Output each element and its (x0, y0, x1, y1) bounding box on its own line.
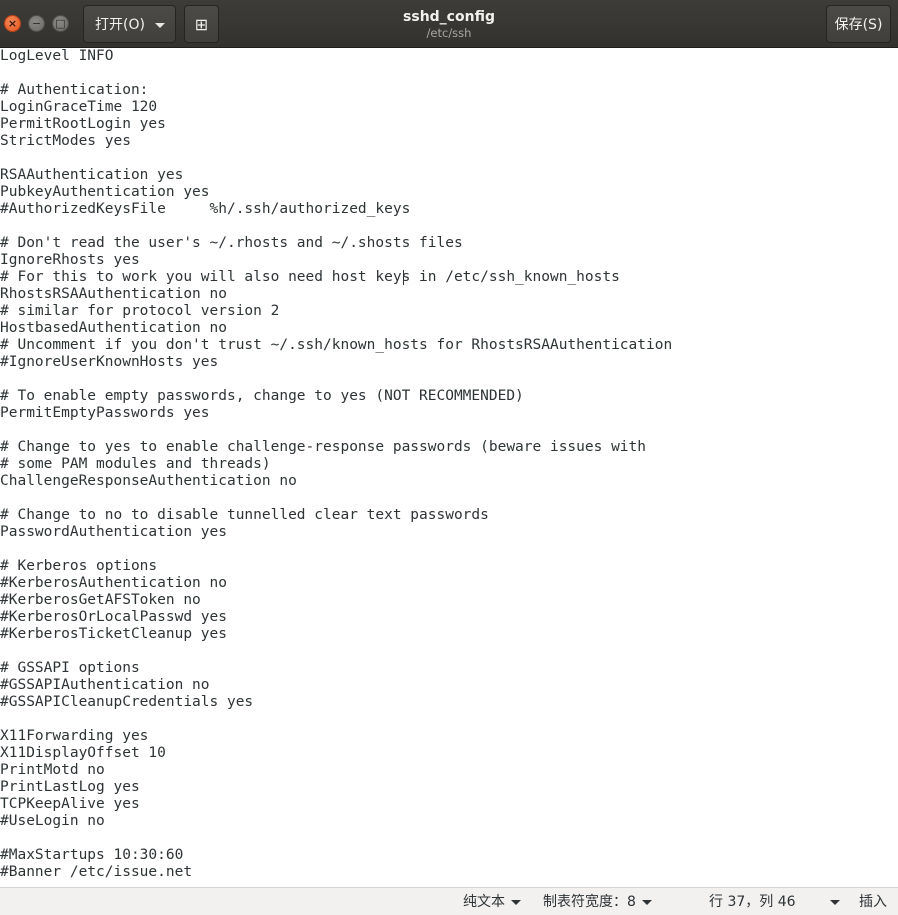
cursor-position-label: 行 37，列 46 (709, 894, 796, 910)
tab-width-selector[interactable]: 制表符宽度：8 (543, 893, 652, 911)
maximize-window-button[interactable]: □ (52, 15, 69, 32)
editor-line: IgnoreRhosts yes (0, 252, 140, 268)
gedit-window: × − □ 打开(O) ⊞ sshd_config /etc/ssh 保存(S)… (0, 0, 898, 915)
editor-line: # similar for protocol version 2 (0, 303, 280, 319)
tab-width-label: 制表符宽度：8 (543, 894, 636, 910)
minimize-window-button[interactable]: − (28, 15, 45, 32)
editor-line: RSAAuthentication yes (0, 167, 184, 183)
editor-line: LoginGraceTime 120 (0, 99, 158, 115)
editor-line: HostbasedAuthentication no (0, 320, 227, 336)
language-label: 纯文本 (463, 894, 505, 910)
close-icon: × (7, 17, 18, 30)
open-button-label: 打开(O) (95, 17, 145, 33)
save-button[interactable]: 保存(S) (826, 5, 891, 43)
editor-line: StrictModes yes (0, 133, 131, 149)
status-bar: 纯文本 制表符宽度：8 行 37，列 46 插入 (0, 887, 898, 915)
new-document-button[interactable]: ⊞ (184, 5, 219, 43)
editor-line: #Banner /etc/issue.net (0, 864, 193, 880)
editor-line: X11DisplayOffset 10 (0, 745, 166, 761)
editor-line: #KerberosTicketCleanup yes (0, 626, 227, 642)
text-editor-area[interactable]: LogLevel INFO # Authentication: LoginGrace… (0, 48, 898, 887)
editor-line: LogLevel INFO (0, 48, 114, 64)
editor-line: #MaxStartups 10:30:60 (0, 847, 184, 863)
chevron-down-icon (829, 899, 840, 905)
editor-line: # For this to work you will also need ho… (0, 269, 620, 285)
editor-line: PubkeyAuthentication yes (0, 184, 210, 200)
editor-line: RhostsRSAAuthentication no (0, 286, 227, 302)
insert-mode-label: 插入 (859, 894, 887, 910)
editor-line: #UseLogin no (0, 813, 105, 829)
editor-line: # some PAM modules and threads) (0, 456, 271, 472)
save-button-label: 保存(S) (834, 17, 883, 33)
chevron-down-icon (511, 899, 521, 905)
header-bar: × − □ 打开(O) ⊞ sshd_config /etc/ssh 保存(S) (0, 0, 898, 48)
chevron-down-icon (641, 899, 652, 905)
editor-line: ChallengeResponseAuthentication no (0, 473, 297, 489)
editor-line: #AuthorizedKeysFile %h/.ssh/authorized_k… (0, 201, 411, 217)
editor-line: #IgnoreUserKnownHosts yes (0, 354, 219, 370)
open-file-button[interactable]: 打开(O) (83, 5, 176, 43)
document-title: sshd_config (403, 9, 495, 25)
editor-line: # Kerberos options (0, 558, 158, 574)
editor-line: #GSSAPICleanupCredentials yes (0, 694, 254, 710)
editor-line: TCPKeepAlive yes (0, 796, 140, 812)
cursor-position-selector[interactable]: 行 37，列 46 (709, 893, 840, 911)
chevron-down-icon (155, 23, 165, 28)
editor-line: PermitEmptyPasswords yes (0, 405, 210, 421)
editor-line: X11Forwarding yes (0, 728, 149, 744)
editor-line: # Uncomment if you don't trust ~/.ssh/kn… (0, 337, 673, 353)
editor-line: PasswordAuthentication yes (0, 524, 227, 540)
new-document-icon: ⊞ (194, 14, 209, 34)
editor-line: # Change to yes to enable challenge-resp… (0, 439, 647, 455)
close-window-button[interactable]: × (4, 15, 21, 32)
editor-line: #KerberosGetAFSToken no (0, 592, 201, 608)
editor-line: PrintMotd no (0, 762, 105, 778)
editor-line: # Authentication: (0, 82, 149, 98)
language-selector[interactable]: 纯文本 (463, 893, 521, 911)
editor-line: # Change to no to disable tunnelled clea… (0, 507, 489, 523)
editor-line: #KerberosOrLocalPasswd yes (0, 609, 227, 625)
editor-line: # Don't read the user's ~/.rhosts and ~/… (0, 235, 463, 251)
editor-line: # GSSAPI options (0, 660, 140, 676)
editor-line: #GSSAPIAuthentication no (0, 677, 210, 693)
editor-line: PermitRootLogin yes (0, 116, 166, 132)
editor-line: #KerberosAuthentication no (0, 575, 227, 591)
window-title-block: sshd_config /etc/ssh (300, 8, 598, 40)
insert-mode-indicator[interactable]: 插入 (859, 893, 887, 911)
document-path: /etc/ssh (426, 26, 472, 40)
minimize-icon: − (31, 17, 42, 30)
editor-line: PrintLastLog yes (0, 779, 140, 795)
text-cursor (403, 270, 404, 285)
maximize-icon: □ (55, 17, 66, 30)
editor-line: # To enable empty passwords, change to y… (0, 388, 524, 404)
